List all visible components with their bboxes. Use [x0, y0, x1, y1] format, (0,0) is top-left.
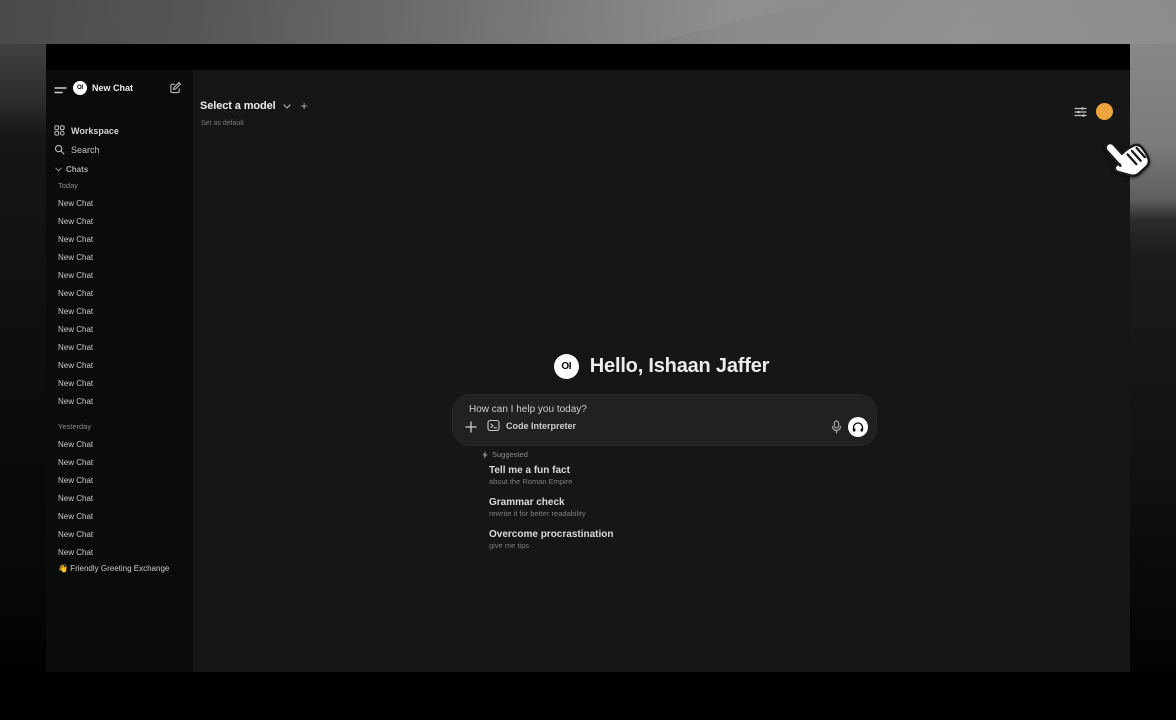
chat-list-item[interactable]: New Chat — [46, 249, 193, 267]
chat-list-item[interactable]: New Chat — [46, 195, 193, 213]
suggestion-title: Tell me a fun fact — [489, 464, 819, 477]
chat-list-item[interactable]: New Chat — [46, 267, 193, 285]
window-title-strip — [46, 44, 1130, 70]
workspace-label: Workspace — [71, 126, 119, 136]
suggestion-item[interactable]: Overcome procrastination give me tips — [489, 528, 819, 551]
main-area: Select a model + Set as default OI Hello… — [193, 70, 1130, 672]
wallpaper-bottom-band — [0, 672, 1176, 720]
app-logo: OI — [73, 81, 87, 95]
attach-plus-button[interactable] — [465, 421, 477, 433]
chat-list-yesterday: New ChatNew ChatNew ChatNew ChatNew Chat… — [46, 436, 193, 562]
topbar-controls — [1074, 103, 1113, 120]
chat-list-item[interactable]: New Chat — [46, 472, 193, 490]
chat-list-today: New ChatNew ChatNew ChatNew ChatNew Chat… — [46, 195, 193, 411]
new-chat-edit-icon[interactable] — [169, 81, 182, 94]
chats-section-toggle[interactable]: Chats — [55, 165, 88, 174]
message-composer: Code Interpreter — [452, 394, 877, 446]
chat-list-item[interactable]: New Chat — [46, 321, 193, 339]
user-avatar[interactable] — [1096, 103, 1113, 120]
message-input[interactable] — [467, 403, 847, 416]
chat-list-item[interactable]: New Chat — [46, 285, 193, 303]
sidebar-brand-title: New Chat — [92, 83, 133, 93]
desktop: OI New Chat Workspace Search Chats Today — [0, 0, 1176, 720]
chat-group-label-today: Today — [58, 181, 78, 190]
composer-actions: Code Interpreter — [453, 417, 876, 439]
sidebar-header: OI New Chat — [46, 76, 193, 98]
bolt-icon — [482, 451, 488, 459]
greeting-block: OI Hello, Ishaan Jaffer — [193, 354, 1130, 379]
chat-list-item[interactable]: New Chat — [46, 490, 193, 508]
chat-list-item-named[interactable]: 👋 Friendly Greeting Exchange — [58, 564, 169, 573]
chats-section-label: Chats — [66, 165, 88, 174]
code-interpreter-label: Code Interpreter — [506, 421, 576, 431]
chevron-down-icon — [283, 104, 291, 109]
chat-list-item[interactable]: New Chat — [46, 526, 193, 544]
chat-list-item[interactable]: New Chat — [46, 544, 193, 562]
chat-list-item[interactable]: New Chat — [46, 213, 193, 231]
sidebar-item-search[interactable]: Search — [46, 141, 193, 158]
suggested-label: Suggested — [492, 450, 528, 459]
headphones-icon — [852, 421, 864, 433]
add-model-button[interactable]: + — [301, 99, 308, 113]
chat-list-item[interactable]: New Chat — [46, 393, 193, 411]
suggestion-title: Overcome procrastination — [489, 528, 819, 541]
sidebar: OI New Chat Workspace Search Chats Today — [46, 70, 193, 672]
workspace-grid-icon — [54, 125, 65, 136]
chat-list-item[interactable]: New Chat — [46, 339, 193, 357]
chat-list-item[interactable]: New Chat — [46, 231, 193, 249]
model-selector-label: Select a model — [200, 100, 276, 112]
suggestion-title: Grammar check — [489, 496, 819, 509]
chevron-down-icon — [55, 167, 62, 172]
code-interpreter-toggle[interactable]: Code Interpreter — [487, 419, 576, 432]
mic-icon — [831, 420, 842, 434]
chat-list-item[interactable]: New Chat — [46, 508, 193, 526]
chat-list-item[interactable]: New Chat — [46, 357, 193, 375]
logo-monogram: OI — [554, 354, 579, 379]
suggestion-item[interactable]: Grammar check rewrite it for better read… — [489, 496, 819, 519]
suggested-header: Suggested — [482, 450, 528, 459]
wallpaper-right-band — [1130, 44, 1176, 720]
chat-list-item[interactable]: New Chat — [46, 436, 193, 454]
sidebar-toggle-icon[interactable] — [54, 86, 67, 96]
wallpaper-left-band — [0, 44, 46, 720]
search-label: Search — [71, 145, 100, 155]
suggestion-subtitle: give me tips — [489, 541, 819, 551]
app-window: OI New Chat Workspace Search Chats Today — [46, 44, 1130, 672]
set-default-link[interactable]: Set as default — [201, 120, 244, 127]
chat-group-label-yesterday: Yesterday — [58, 422, 91, 431]
sidebar-item-workspace[interactable]: Workspace — [46, 122, 193, 139]
voice-call-button[interactable] — [848, 417, 868, 437]
mic-button[interactable] — [831, 420, 842, 434]
suggestion-item[interactable]: Tell me a fun fact about the Roman Empir… — [489, 464, 819, 487]
model-selector[interactable]: Select a model + — [200, 99, 308, 113]
code-interpreter-icon — [487, 419, 500, 432]
search-icon — [54, 144, 65, 155]
suggestion-list: Tell me a fun fact about the Roman Empir… — [489, 464, 819, 560]
controls-sliders-icon[interactable] — [1074, 106, 1087, 118]
suggestion-subtitle: about the Roman Empire — [489, 477, 819, 487]
chat-list-item[interactable]: New Chat — [46, 303, 193, 321]
chat-list-item[interactable]: New Chat — [46, 454, 193, 472]
greeting-text: Hello, Ishaan Jaffer — [590, 355, 769, 378]
chat-list-item[interactable]: New Chat — [46, 375, 193, 393]
suggestion-subtitle: rewrite it for better readability — [489, 509, 819, 519]
